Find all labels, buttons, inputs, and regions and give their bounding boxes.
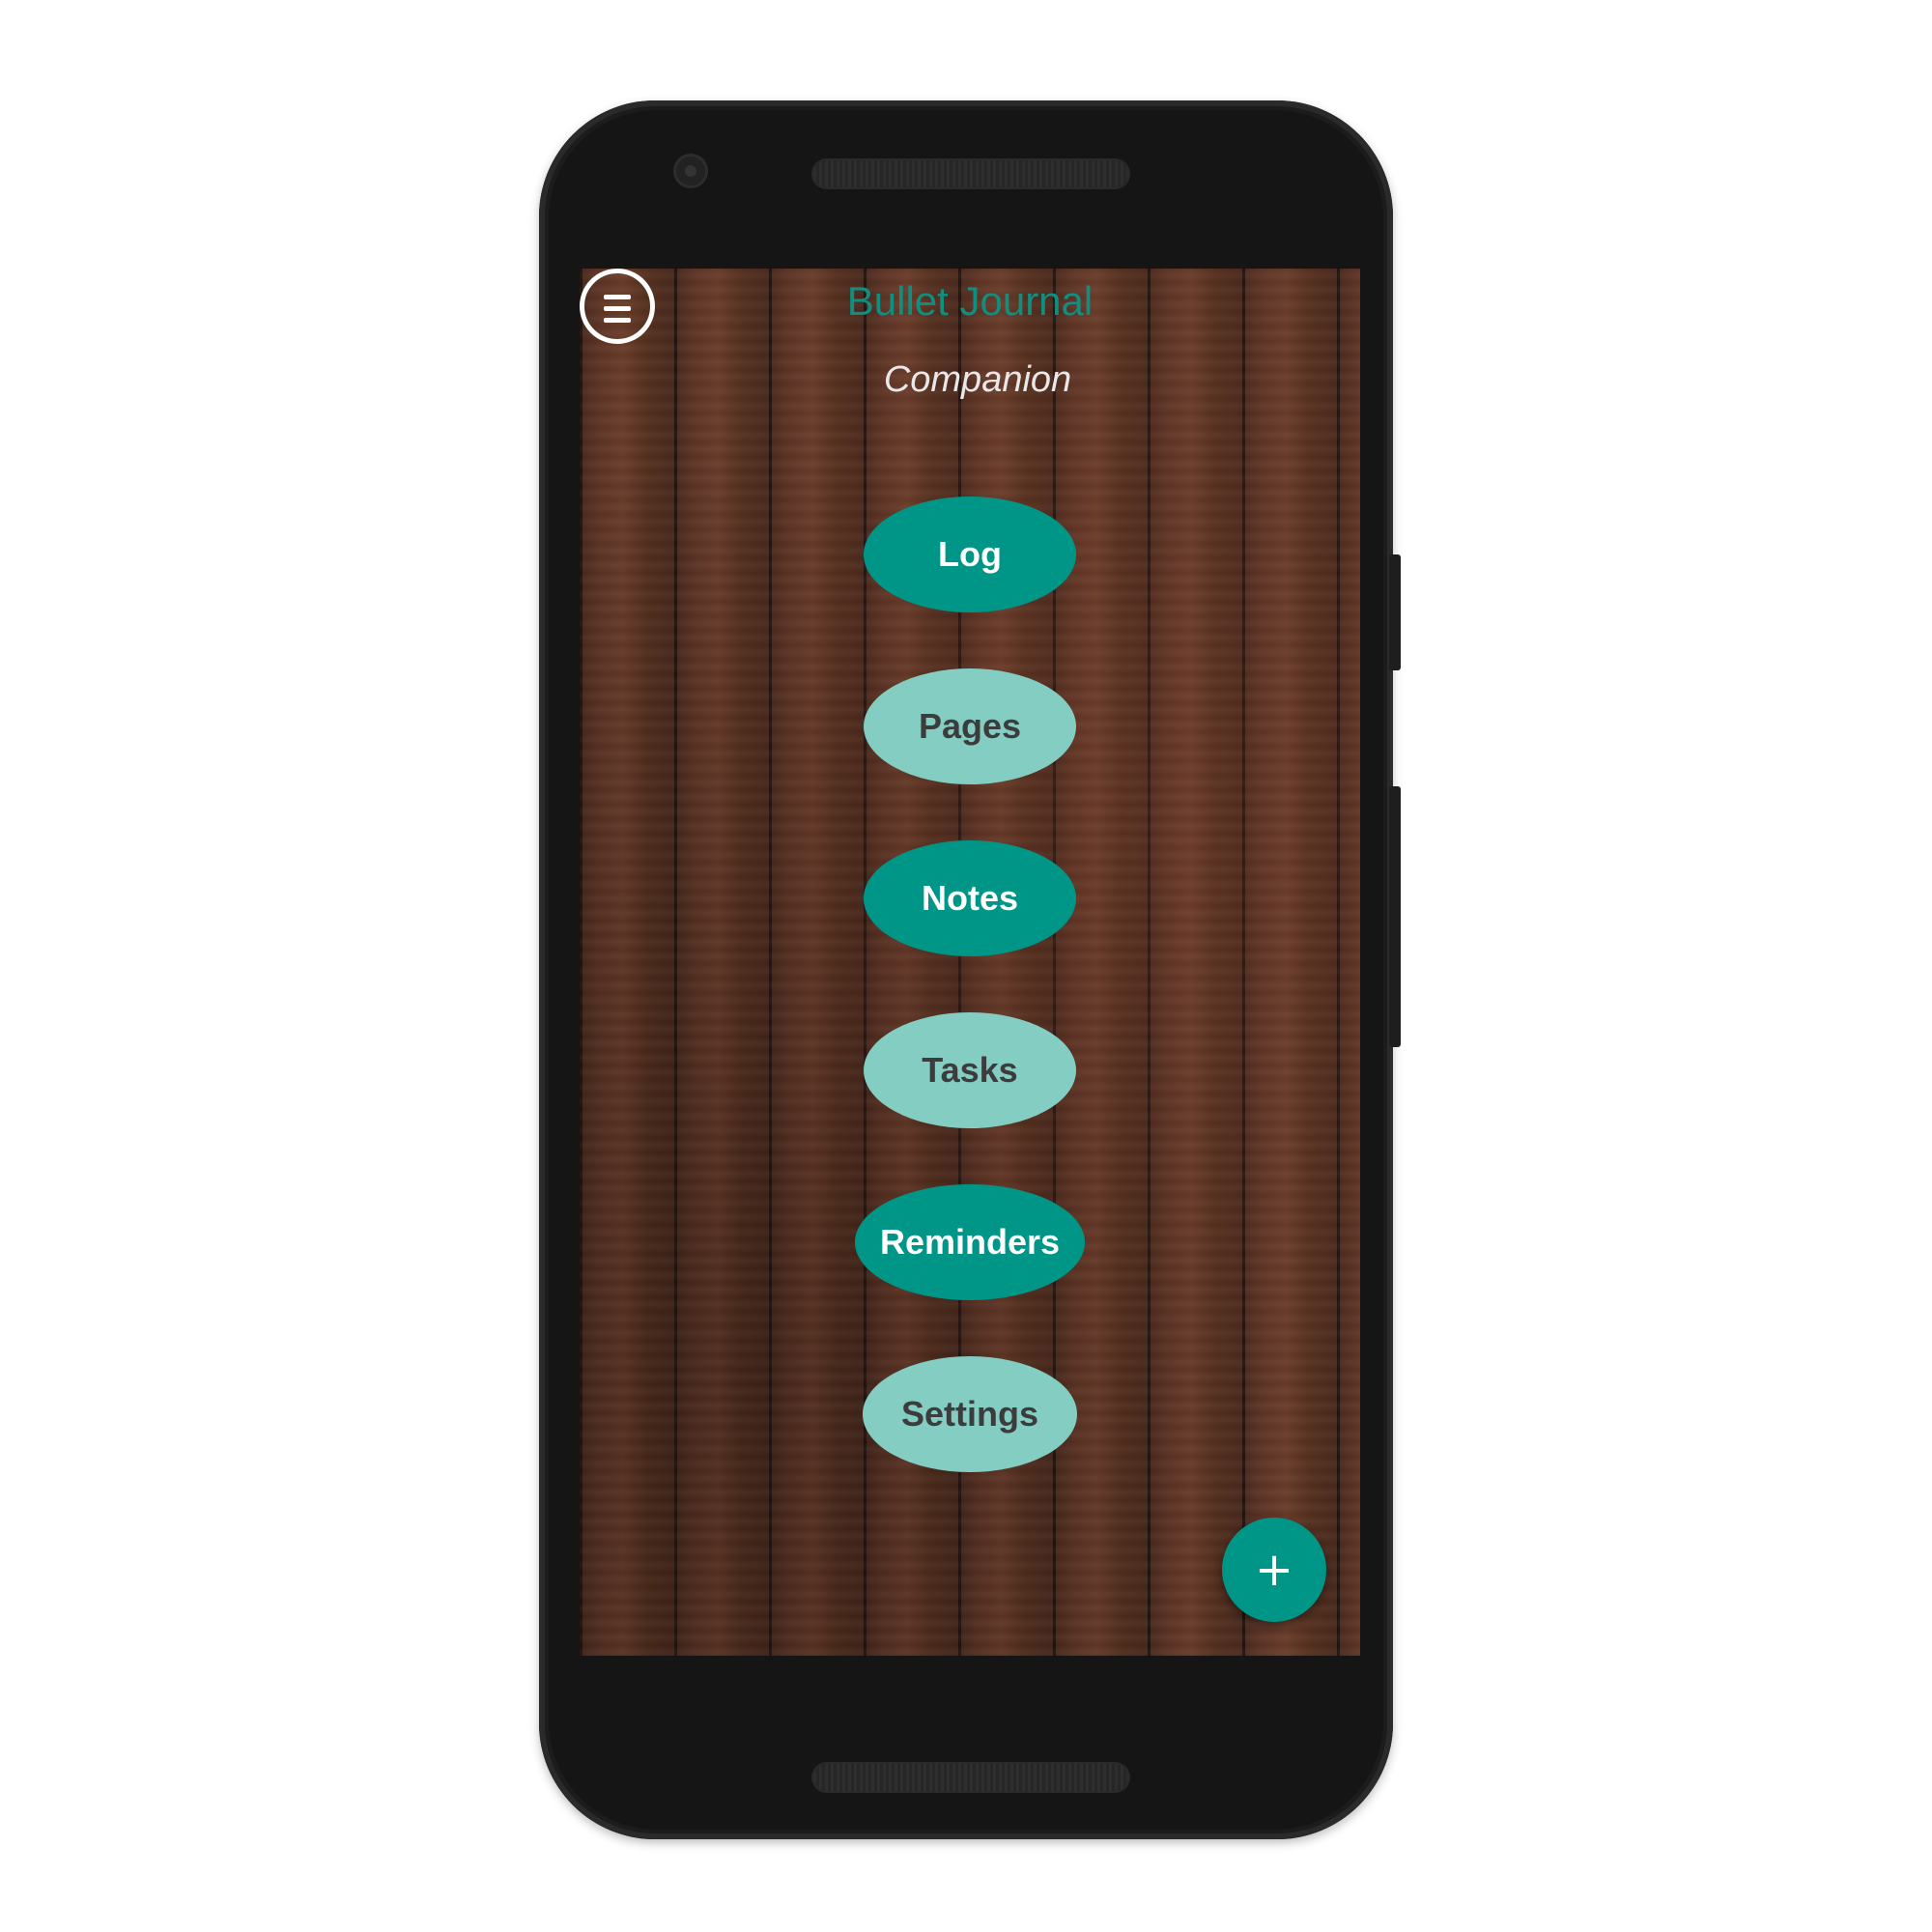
top-speaker — [813, 160, 1128, 187]
power-button — [1389, 554, 1401, 670]
reminders-button[interactable]: Reminders — [855, 1184, 1085, 1300]
app-subtitle: Companion — [883, 359, 1072, 400]
plus-icon: + — [1254, 1543, 1294, 1597]
front-camera — [676, 156, 705, 185]
app-screen: Bullet Journal Companion Log Pages Notes… — [580, 269, 1360, 1656]
bottom-speaker — [813, 1764, 1128, 1791]
app-title: Bullet Journal — [846, 278, 1094, 324]
notes-button[interactable]: Notes — [864, 840, 1076, 956]
pages-button[interactable]: Pages — [864, 668, 1076, 784]
add-button[interactable]: + — [1222, 1518, 1326, 1622]
tasks-button[interactable]: Tasks — [864, 1012, 1076, 1128]
log-button[interactable]: Log — [864, 497, 1076, 612]
settings-button[interactable]: Settings — [863, 1356, 1077, 1472]
volume-button — [1389, 786, 1401, 1047]
